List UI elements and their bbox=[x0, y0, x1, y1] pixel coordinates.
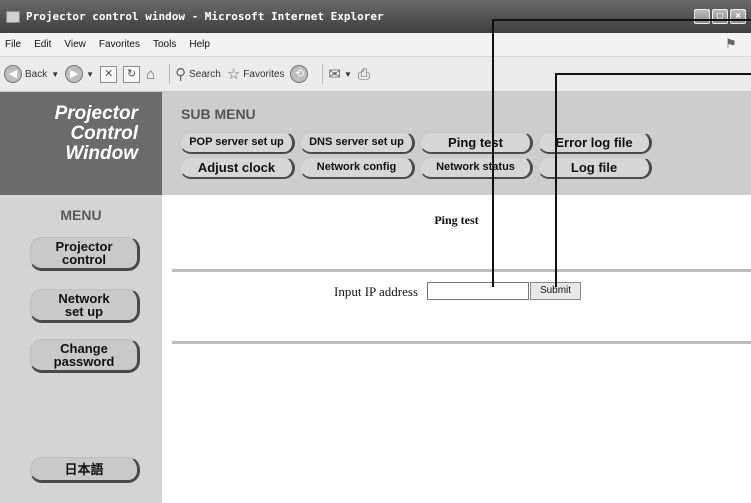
dns-server-setup-button[interactable]: DNS server set up bbox=[300, 132, 415, 154]
page-title: Ping test bbox=[434, 213, 479, 227]
mail-icon: ✉ bbox=[328, 66, 341, 83]
callout-line-submit bbox=[555, 73, 751, 75]
menu-bar: File Edit View Favorites Tools Help ⚑ bbox=[0, 33, 751, 57]
submenu-panel: SUB MENU POP server set up DNS server se… bbox=[162, 92, 751, 195]
refresh-button[interactable]: ↻ bbox=[123, 65, 141, 83]
history-icon: ⟲ bbox=[290, 65, 309, 83]
minimize-button[interactable]: _ bbox=[694, 9, 710, 24]
forward-button[interactable]: ▶ ▼ bbox=[65, 65, 94, 83]
search-button[interactable]: ⚲ Search bbox=[175, 65, 221, 83]
divider bbox=[172, 341, 751, 344]
ip-address-input[interactable] bbox=[427, 282, 529, 300]
refresh-icon: ↻ bbox=[123, 65, 141, 83]
home-button[interactable]: ⌂ bbox=[146, 66, 158, 83]
logo-line: Projector bbox=[54, 103, 138, 124]
network-config-button[interactable]: Network config bbox=[300, 157, 415, 179]
print-button[interactable]: ⎙ bbox=[358, 66, 373, 83]
favorites-button[interactable]: ☆ Favorites bbox=[227, 65, 285, 83]
menu-help[interactable]: Help bbox=[189, 39, 210, 50]
back-label: Back bbox=[25, 68, 48, 80]
callout-line-submit bbox=[555, 73, 557, 287]
logo-line: Control bbox=[70, 123, 138, 144]
favorites-label: Favorites bbox=[243, 68, 285, 80]
forward-arrow-icon: ▶ bbox=[65, 65, 84, 83]
ping-test-button[interactable]: Ping test bbox=[420, 132, 533, 154]
search-icon: ⚲ bbox=[175, 66, 187, 83]
window-title-bar: Projector control window - Microsoft Int… bbox=[0, 0, 751, 33]
menu-title: MENU bbox=[60, 207, 102, 223]
divider bbox=[172, 269, 751, 272]
japanese-language-button[interactable]: 日本語 bbox=[30, 457, 140, 483]
callout-line-input bbox=[492, 19, 494, 287]
network-status-button[interactable]: Network status bbox=[420, 157, 533, 179]
home-icon: ⌂ bbox=[146, 65, 156, 83]
callout-line-input bbox=[492, 19, 751, 21]
button-label: password bbox=[53, 354, 115, 369]
stop-icon: ✕ bbox=[100, 65, 118, 83]
adjust-clock-button[interactable]: Adjust clock bbox=[180, 157, 295, 179]
button-label: set up bbox=[64, 304, 104, 319]
maximize-button[interactable]: □ bbox=[712, 9, 728, 24]
menu-view[interactable]: View bbox=[64, 39, 86, 50]
back-arrow-icon: ◀ bbox=[4, 65, 22, 83]
close-button[interactable]: × bbox=[730, 9, 746, 24]
print-icon: ⎙ bbox=[357, 65, 370, 83]
submenu-title: SUB MENU bbox=[181, 106, 256, 122]
menu-favorites[interactable]: Favorites bbox=[99, 39, 140, 50]
mail-button[interactable]: ✉ ▼ bbox=[328, 65, 352, 83]
logo-line: Window bbox=[65, 143, 138, 164]
projector-control-button[interactable]: Projector control bbox=[30, 237, 140, 271]
window-app-icon bbox=[6, 10, 20, 23]
history-button[interactable]: ⟲ bbox=[290, 65, 311, 83]
main-content: Ping test Input IP address Submit bbox=[162, 195, 751, 503]
button-label: 日本語 bbox=[64, 461, 104, 477]
search-label: Search bbox=[189, 68, 221, 80]
pop-server-setup-button[interactable]: POP server set up bbox=[180, 132, 295, 154]
back-button[interactable]: ◀ Back ▼ bbox=[4, 65, 59, 83]
left-menu: MENU Projector control Network set up Ch… bbox=[0, 195, 162, 503]
network-setup-button[interactable]: Network set up bbox=[30, 289, 140, 323]
toolbar-separator bbox=[322, 64, 324, 84]
menu-tools[interactable]: Tools bbox=[153, 39, 176, 50]
change-password-button[interactable]: Change password bbox=[30, 339, 140, 373]
window-title: Projector control window - Microsoft Int… bbox=[26, 10, 384, 23]
favorites-star-icon: ☆ bbox=[226, 66, 241, 83]
menu-edit[interactable]: Edit bbox=[34, 39, 51, 50]
menu-file[interactable]: File bbox=[5, 39, 21, 50]
projector-control-window-logo: Projector Control Window bbox=[0, 92, 162, 195]
ip-address-label: Input IP address bbox=[334, 284, 419, 299]
stop-button[interactable]: ✕ bbox=[100, 65, 118, 83]
button-label: control bbox=[61, 252, 107, 267]
toolbar-separator bbox=[169, 64, 171, 84]
windows-flag-icon: ⚑ bbox=[725, 36, 737, 51]
